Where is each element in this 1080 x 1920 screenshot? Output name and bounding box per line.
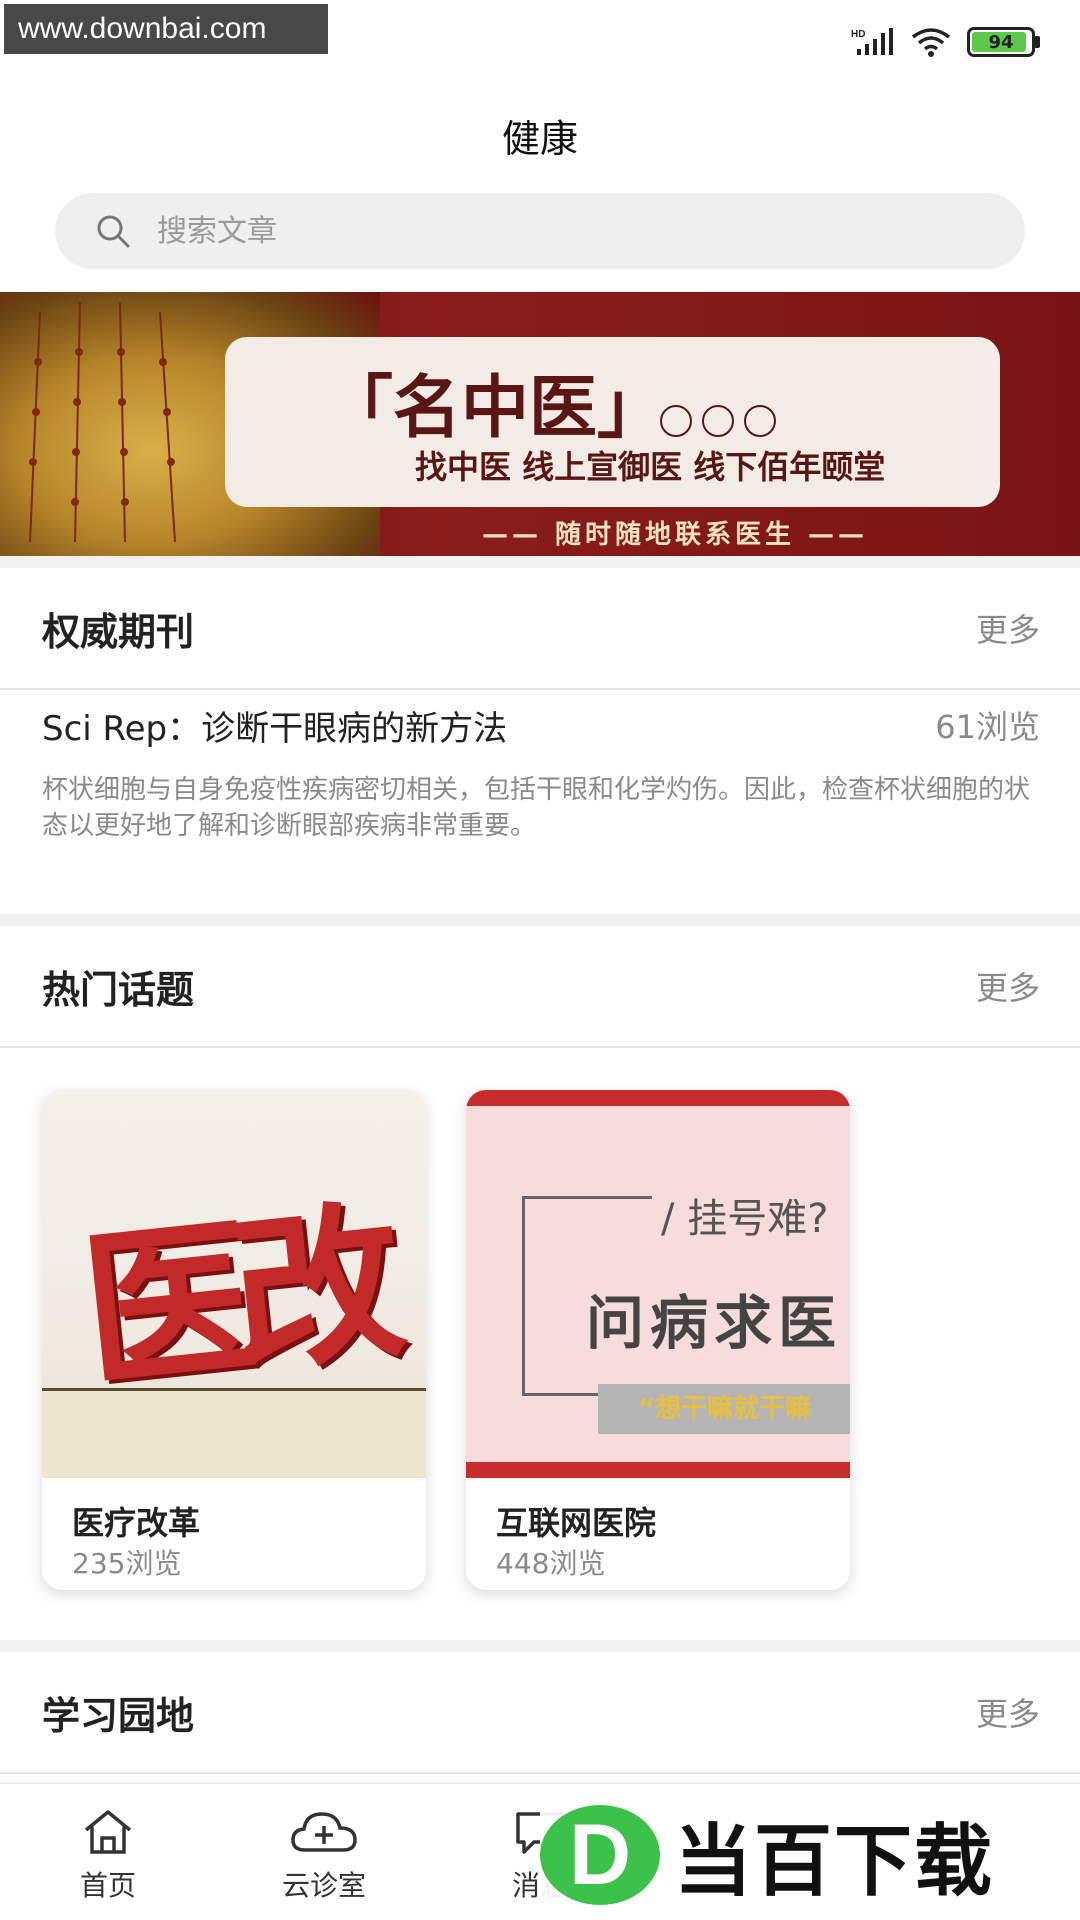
article-item[interactable]: Sci Rep：诊断干眼病的新方法 61浏览 杯状细胞与自身免疫性疾病密切相关，… — [0, 690, 1080, 844]
watermark-overlay: D 当百下载 — [540, 1790, 1080, 1920]
banner-subtitle: 找中医 线上宣御医 线下佰年颐堂 — [415, 448, 886, 486]
banner-footer: —— 随时随地联系医生 —— — [481, 520, 869, 550]
home-icon — [84, 1810, 132, 1854]
promo-banner[interactable]: 「名中医」 找中医 线上宣御医 线下佰年颐堂 —— 随时随地联系医生 —— — [0, 292, 1080, 556]
watermark-text: 当百下载 — [674, 1817, 995, 1907]
more-link[interactable]: 更多 — [976, 963, 1040, 1009]
divider — [0, 914, 1080, 926]
card-title: 互联网医院 — [496, 1504, 657, 1542]
page-title: 健康 — [501, 117, 578, 161]
card-views: 235浏览 — [72, 1547, 182, 1580]
status-bar: www.downbai.com HD 94 — [0, 0, 1080, 80]
nav-item-home[interactable]: 首页 — [0, 1784, 216, 1920]
section-header-journals: 权威期刊 更多 — [0, 568, 1080, 690]
divider — [0, 1640, 1080, 1652]
divider — [0, 556, 1080, 568]
article-views: 61浏览 — [935, 708, 1040, 746]
internet-hospital-image: / 挂号难? 问病求医 “想干嘛就干嘛 — [466, 1090, 850, 1478]
article-title[interactable]: Sci Rep：诊断干眼病的新方法 — [42, 701, 507, 750]
section-title: 权威期刊 — [42, 609, 195, 654]
image-caption: / 挂号难? — [661, 1196, 829, 1242]
cloud-plus-icon — [291, 1812, 357, 1852]
search-input[interactable] — [157, 213, 857, 249]
battery-icon: 94 — [967, 27, 1035, 57]
nav-item-cloud-clinic[interactable]: 云诊室 — [216, 1784, 432, 1920]
badge-icon — [660, 405, 692, 437]
card-views: 448浏览 — [496, 1547, 606, 1580]
section-header-topics: 热门话题 更多 — [0, 926, 1080, 1048]
badge-icon — [702, 405, 734, 437]
svg-text:HD: HD — [851, 29, 865, 40]
search-icon — [97, 215, 130, 248]
battery-indicator: 94 — [967, 27, 1040, 57]
nav-label: 云诊室 — [281, 1869, 366, 1902]
topic-cards: 医改 医疗改革 235浏览 / 挂号难? 问病求医 “想干嘛就干嘛 互联网医院 … — [42, 1090, 850, 1590]
section-header-learning: 学习园地 更多 — [0, 1652, 1080, 1774]
banner-badges — [660, 405, 776, 437]
medical-reform-image: 医改 — [42, 1090, 426, 1478]
badge-icon — [744, 405, 776, 437]
cellular-signal-icon: HD — [851, 28, 893, 55]
battery-tip — [1035, 36, 1040, 48]
hands-illustration — [42, 1388, 426, 1478]
section-title: 学习园地 — [42, 1693, 195, 1738]
topic-card-reform[interactable]: 医改 医疗改革 235浏览 — [42, 1090, 426, 1590]
watermark-logo: D — [540, 1805, 660, 1905]
wifi-icon — [911, 28, 951, 57]
card-title: 医疗改革 — [72, 1504, 201, 1542]
watermark-top: www.downbai.com — [4, 4, 328, 54]
search-bar[interactable] — [55, 193, 1025, 269]
image-caption: “想干嘛就干嘛 — [598, 1384, 850, 1434]
battery-level: 94 — [988, 31, 1014, 53]
more-link[interactable]: 更多 — [976, 605, 1040, 651]
status-icons: HD 94 — [851, 22, 1040, 62]
banner-title: 「名中医」 — [325, 368, 666, 448]
section-title: 热门话题 — [42, 967, 195, 1012]
image-caption: 医改 — [73, 1182, 394, 1414]
image-caption: 问病求医 — [586, 1289, 843, 1357]
more-link[interactable]: 更多 — [976, 1689, 1040, 1735]
topic-card-internet-hospital[interactable]: / 挂号难? 问病求医 “想干嘛就干嘛 互联网医院 448浏览 — [466, 1090, 850, 1590]
nav-label: 首页 — [79, 1869, 136, 1902]
article-summary: 杯状细胞与自身免疫性疾病密切相关，包括干眼和化学灼伤。因此，检查杯状细胞的状态以… — [42, 775, 1031, 841]
